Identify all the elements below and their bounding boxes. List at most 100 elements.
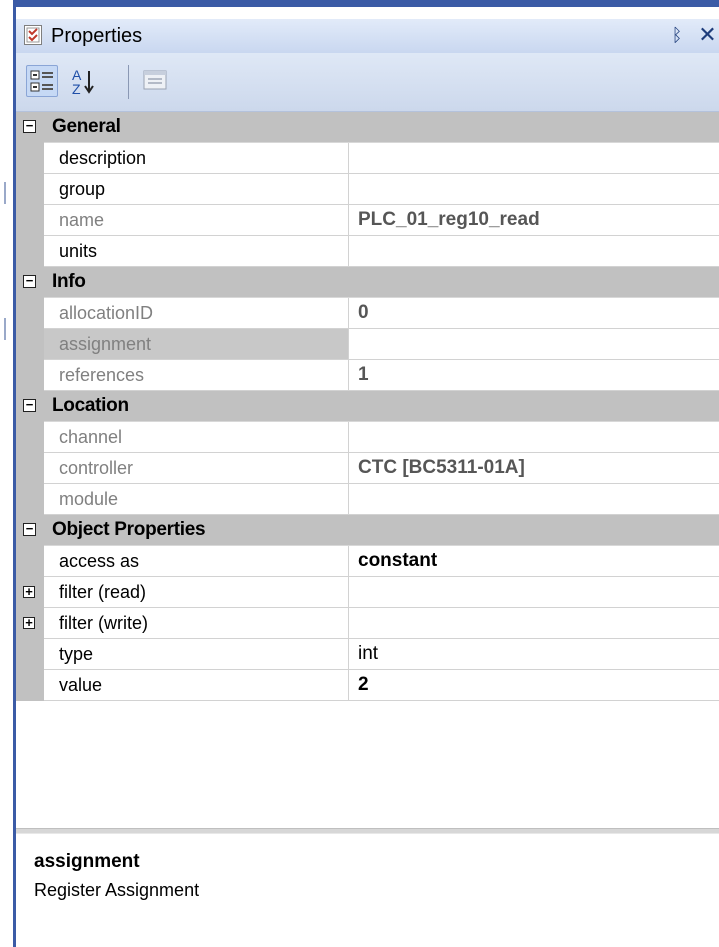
row-gutter bbox=[16, 328, 44, 360]
property-name-cell[interactable]: description bbox=[44, 143, 349, 173]
description-splitter[interactable] bbox=[16, 828, 719, 834]
category-label: General bbox=[52, 116, 121, 137]
collapse-icon[interactable]: − bbox=[23, 398, 36, 412]
property-name-cell[interactable]: allocationID bbox=[44, 298, 349, 328]
categorized-icon bbox=[30, 70, 53, 92]
property-value[interactable]: 0 bbox=[358, 301, 369, 325]
property-name-cell[interactable]: type bbox=[44, 639, 349, 669]
property-value[interactable]: 1 bbox=[358, 363, 369, 387]
categorized-button[interactable] bbox=[26, 65, 58, 97]
row-gutter bbox=[16, 297, 44, 329]
expand-icon[interactable]: + bbox=[23, 585, 35, 598]
property-value[interactable]: 2 bbox=[358, 673, 369, 697]
category-label: Info bbox=[52, 271, 86, 292]
dock-frame-left bbox=[0, 0, 14, 947]
property-name: value bbox=[59, 675, 103, 695]
property-name-cell[interactable]: controller bbox=[44, 453, 349, 483]
category-row[interactable]: − General bbox=[16, 112, 719, 143]
property-name-cell[interactable]: filter (read) bbox=[44, 577, 349, 607]
property-name: description bbox=[59, 148, 147, 168]
row-gutter bbox=[16, 359, 44, 391]
properties-window-icon bbox=[24, 25, 42, 45]
category-row[interactable]: − Location bbox=[16, 391, 719, 422]
row-gutter bbox=[16, 452, 44, 484]
collapse-icon[interactable]: − bbox=[23, 522, 36, 536]
dock-splitter-mark[interactable] bbox=[4, 182, 6, 204]
row-gutter bbox=[16, 638, 44, 670]
property-name-cell[interactable]: value bbox=[44, 670, 349, 700]
property-row[interactable]: allocationID 0 bbox=[16, 297, 719, 329]
property-name-cell[interactable]: units bbox=[44, 236, 349, 266]
property-row[interactable]: description bbox=[16, 142, 719, 174]
property-name: name bbox=[59, 210, 105, 230]
property-value[interactable]: PLC_01_reg10_read bbox=[358, 208, 540, 232]
property-name: allocationID bbox=[59, 303, 154, 323]
category-label: Object Properties bbox=[52, 519, 206, 540]
category-row[interactable]: − Object Properties bbox=[16, 515, 719, 546]
row-gutter bbox=[16, 483, 44, 515]
property-name-cell[interactable]: references bbox=[44, 360, 349, 390]
property-value[interactable]: CTC [BC5311-01A] bbox=[358, 456, 525, 480]
collapse-icon[interactable]: − bbox=[23, 274, 36, 288]
property-row[interactable]: assignment bbox=[16, 328, 719, 360]
row-gutter bbox=[16, 204, 44, 236]
property-pages-button[interactable] bbox=[140, 65, 172, 97]
pin-icon[interactable]: ᛒ bbox=[666, 22, 688, 48]
alphabetical-sort-icon: A Z bbox=[72, 67, 94, 97]
dock-frame-top bbox=[13, 0, 719, 7]
toolbar-separator bbox=[128, 65, 129, 99]
sort-letter-z: Z bbox=[72, 81, 81, 97]
row-gutter bbox=[16, 669, 44, 701]
property-name: units bbox=[59, 241, 98, 261]
property-name-cell[interactable]: group bbox=[44, 174, 349, 204]
property-row[interactable]: type int bbox=[16, 638, 719, 670]
property-value[interactable]: int bbox=[358, 642, 378, 666]
property-grid: − General description group name PLC_01_reg10… bbox=[16, 112, 719, 701]
property-name-cell[interactable]: name bbox=[44, 205, 349, 235]
row-gutter bbox=[16, 545, 44, 577]
property-name-cell[interactable]: access as bbox=[44, 546, 349, 576]
property-name: controller bbox=[59, 458, 134, 478]
category-label: Location bbox=[52, 395, 129, 416]
description-text: Register Assignment bbox=[34, 880, 200, 900]
property-name-cell[interactable]: module bbox=[44, 484, 349, 514]
property-row[interactable]: module bbox=[16, 483, 719, 515]
panel-titlebar[interactable]: Properties ᛒ ✕ bbox=[16, 19, 719, 54]
dock-splitter-mark[interactable] bbox=[4, 318, 6, 340]
property-row[interactable]: + filter (read) bbox=[16, 576, 719, 608]
property-name: group bbox=[59, 179, 106, 199]
alphabetical-button[interactable]: A Z bbox=[64, 65, 124, 97]
property-name: assignment bbox=[59, 334, 152, 354]
property-name-cell[interactable]: channel bbox=[44, 422, 349, 452]
property-name: module bbox=[59, 489, 119, 509]
collapse-icon[interactable]: − bbox=[23, 119, 36, 133]
row-gutter bbox=[16, 421, 44, 453]
property-row[interactable]: value 2 bbox=[16, 669, 719, 701]
property-name: access as bbox=[59, 551, 140, 571]
property-row[interactable]: channel bbox=[16, 421, 719, 453]
property-row[interactable]: name PLC_01_reg10_read bbox=[16, 204, 719, 236]
property-row[interactable]: units bbox=[16, 235, 719, 267]
row-gutter bbox=[16, 142, 44, 174]
property-value[interactable]: constant bbox=[358, 549, 437, 573]
property-name: filter (read) bbox=[59, 582, 147, 602]
row-gutter bbox=[16, 235, 44, 267]
panel-title: Properties bbox=[51, 25, 143, 47]
property-pages-icon bbox=[143, 70, 167, 90]
property-name: references bbox=[59, 365, 145, 385]
properties-toolbar: A Z bbox=[16, 53, 719, 112]
property-name-cell[interactable]: assignment bbox=[44, 329, 349, 359]
property-row[interactable]: access as constant bbox=[16, 545, 719, 577]
close-icon[interactable]: ✕ bbox=[696, 22, 719, 48]
row-gutter bbox=[16, 173, 44, 205]
property-name: filter (write) bbox=[59, 613, 148, 633]
property-name: type bbox=[59, 644, 94, 664]
properties-panel: Properties ᛒ ✕ A Z − General description… bbox=[16, 7, 719, 947]
property-name-cell[interactable]: filter (write) bbox=[44, 608, 349, 638]
category-row[interactable]: − Info bbox=[16, 267, 719, 298]
property-row[interactable]: references 1 bbox=[16, 359, 719, 391]
property-row[interactable]: + filter (write) bbox=[16, 607, 719, 639]
expand-icon[interactable]: + bbox=[23, 616, 35, 629]
property-row[interactable]: group bbox=[16, 173, 719, 205]
property-row[interactable]: controller CTC [BC5311-01A] bbox=[16, 452, 719, 484]
